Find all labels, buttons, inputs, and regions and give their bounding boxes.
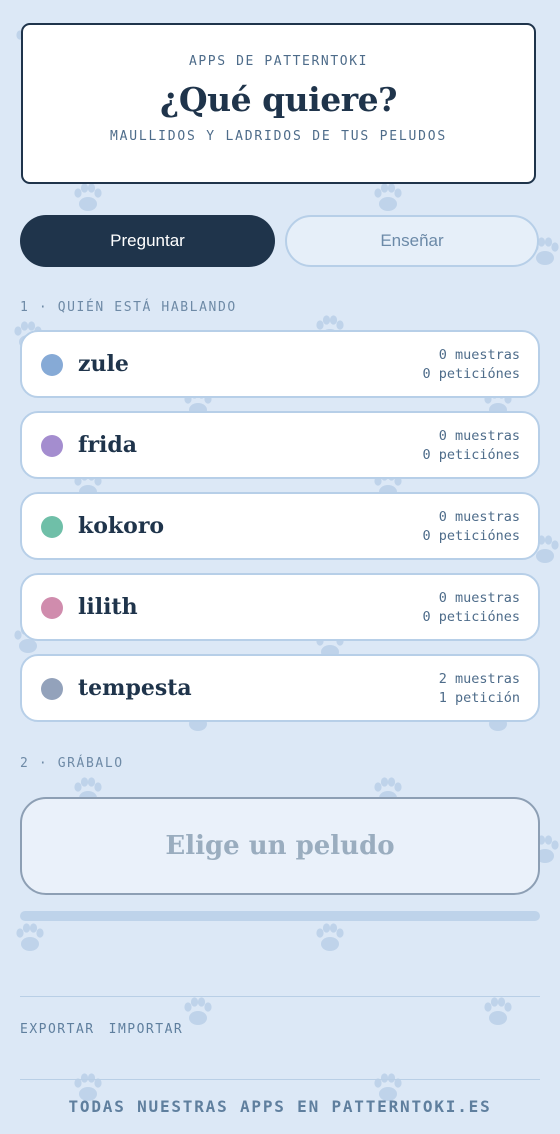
pet-name: zule — [78, 351, 129, 377]
pet-item-tempesta[interactable]: tempesta 2 muestras 1 petición — [20, 654, 540, 722]
pet-color-dot — [41, 516, 63, 538]
record-button[interactable]: Elige un peludo — [20, 797, 540, 895]
pet-color-dot — [41, 435, 63, 457]
pet-item-lilith[interactable]: lilith 0 muestras 0 peticiónes — [20, 573, 540, 641]
footer-links: EXPORTAR IMPORTAR — [20, 1022, 197, 1037]
pet-name: tempesta — [78, 675, 192, 701]
pet-item-frida[interactable]: frida 0 muestras 0 peticiónes — [20, 411, 540, 479]
header-kicker: APPS DE PATTERNTOKI — [188, 54, 369, 69]
import-link[interactable]: IMPORTAR — [109, 1022, 184, 1037]
recording-progress-bar — [20, 911, 540, 921]
footer-divider-top — [20, 996, 540, 997]
step-1-label: 1 · QUIÉN ESTÁ HABLANDO — [20, 300, 237, 315]
pet-stats: 0 muestras 0 peticiónes — [422, 508, 520, 546]
pet-requests-count: 0 peticiónes — [422, 366, 520, 382]
pet-requests-count: 0 peticiónes — [422, 528, 520, 544]
pet-name: frida — [78, 432, 138, 458]
header-card: APPS DE PATTERNTOKI ¿Qué quiere? MAULLID… — [21, 23, 536, 184]
page-title: ¿Qué quiere? — [160, 80, 397, 119]
pet-samples-count: 0 muestras — [438, 428, 520, 444]
pet-item-kokoro[interactable]: kokoro 0 muestras 0 peticiónes — [20, 492, 540, 560]
pet-samples-count: 0 muestras — [438, 590, 520, 606]
pet-stats: 0 muestras 0 peticiónes — [422, 589, 520, 627]
pet-samples-count: 2 muestras — [438, 671, 520, 687]
pet-name: kokoro — [78, 513, 165, 539]
app-content: APPS DE PATTERNTOKI ¿Qué quiere? MAULLID… — [0, 0, 560, 1134]
pet-color-dot — [41, 354, 63, 376]
footer-divider-bottom — [20, 1079, 540, 1080]
pet-samples-count: 0 muestras — [438, 509, 520, 525]
pet-requests-count: 1 petición — [438, 690, 520, 706]
pet-item-zule[interactable]: zule 0 muestras 0 peticiónes — [20, 330, 540, 398]
tab-preguntar[interactable]: Preguntar — [20, 215, 275, 267]
pet-requests-count: 0 peticiónes — [422, 609, 520, 625]
pet-color-dot — [41, 678, 63, 700]
pet-stats: 2 muestras 1 petición — [439, 670, 520, 708]
tab-ensenar[interactable]: Enseñar — [285, 215, 539, 267]
pet-samples-count: 0 muestras — [438, 347, 520, 363]
footer-credit-link[interactable]: TODAS NUESTRAS APPS EN PATTERNTOKI.ES — [0, 1097, 560, 1116]
pet-stats: 0 muestras 0 peticiónes — [422, 346, 520, 384]
pet-stats: 0 muestras 0 peticiónes — [422, 427, 520, 465]
header-subtitle: MAULLIDOS Y LADRIDOS DE TUS PELUDOS — [110, 129, 447, 144]
step-2-label: 2 · GRÁBALO — [20, 756, 124, 771]
export-link[interactable]: EXPORTAR — [20, 1022, 95, 1037]
pet-requests-count: 0 peticiónes — [422, 447, 520, 463]
pet-color-dot — [41, 597, 63, 619]
pet-name: lilith — [78, 594, 138, 620]
